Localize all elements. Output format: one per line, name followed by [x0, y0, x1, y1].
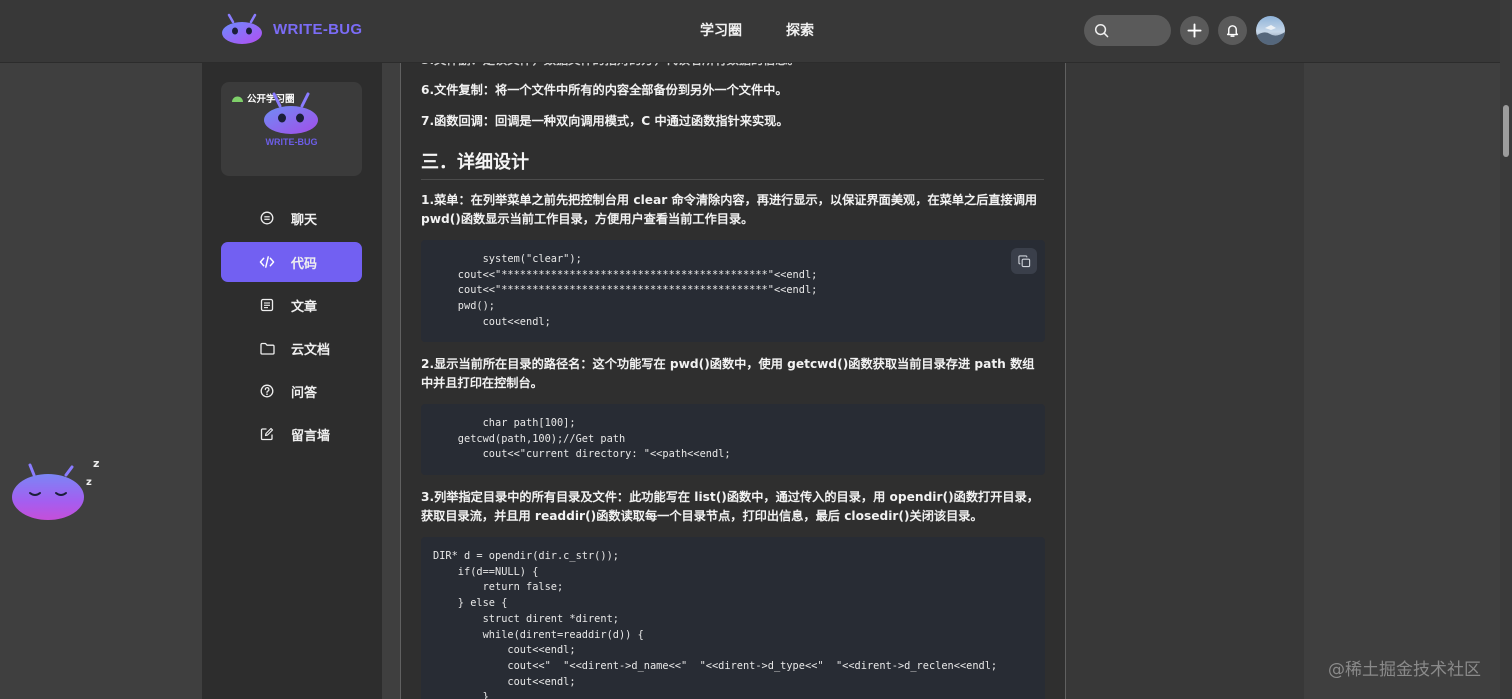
watermark: @稀土掘金技术社区 — [1328, 660, 1481, 680]
code-block[interactable]: DIR* d = opendir(dir.c_str()); if(d==NUL… — [421, 537, 1045, 699]
copy-code-button[interactable] — [1011, 248, 1037, 274]
chat-icon — [259, 210, 275, 226]
learning-circle-card[interactable]: 公开学习圈 WRITE-BUG — [221, 82, 362, 176]
sidebar-item-articles[interactable]: 文章 — [221, 285, 362, 325]
sidebar: 公开学习圈 WRITE-BUG 聊天 代码 文章 云文档 问答 留言墙 — [202, 62, 382, 699]
article-content: 5.文件删：是读文件，数据文件的指对的方，代读者所有数据的信息。 6.文件复制：… — [400, 62, 1066, 699]
paragraph-menu: 1.菜单：在列举菜单之前先把控制台用 clear 命令清除内容，再进行显示，以保… — [421, 193, 1038, 226]
paragraph-callback: 7.函数回调：回调是一种双向调用模式，C 中通过函数指针来实现。 — [421, 114, 789, 128]
robot-mascot-icon — [222, 13, 262, 44]
sidebar-item-label: 问答 — [291, 385, 318, 401]
code-block[interactable]: char path[100]; getcwd(path,100);//Get p… — [421, 404, 1045, 475]
paragraph-list: 3.列举指定目录中的所有目录及文件：此功能写在 list()函数中，通过传入的目… — [421, 490, 1039, 523]
sidebar-item-label: 云文档 — [291, 342, 331, 358]
avatar-image-icon — [1256, 25, 1285, 45]
right-sidebar — [1066, 62, 1304, 699]
brand-logo[interactable]: WRITE-BUG — [221, 13, 362, 45]
sidebar-item-label: 文章 — [291, 299, 318, 315]
code-block[interactable]: system("clear"); cout<<"****************… — [421, 240, 1045, 342]
folder-icon — [259, 340, 275, 356]
article-icon — [259, 297, 275, 313]
android-icon — [232, 96, 243, 102]
bell-icon — [1226, 25, 1239, 37]
robot-mascot-icon — [264, 92, 318, 134]
user-avatar[interactable] — [1256, 16, 1285, 45]
nav-learning-circle[interactable]: 学习圈 — [700, 20, 742, 40]
search-icon — [1094, 23, 1109, 38]
sidebar-item-chat[interactable]: 聊天 — [221, 198, 362, 238]
question-icon — [259, 383, 275, 399]
code-text: DIR* d = opendir(dir.c_str()); if(d==NUL… — [433, 550, 998, 699]
code-icon — [259, 254, 275, 270]
top-navbar: WRITE-BUG 学习圈 探索 — [0, 0, 1500, 62]
sidebar-item-message-wall[interactable]: 留言墙 — [221, 414, 362, 454]
scrollbar-thumb[interactable] — [1503, 105, 1509, 157]
svg-text:z: z — [86, 477, 92, 488]
sidebar-item-label: 留言墙 — [291, 428, 331, 444]
section-heading: 三．详细设计 — [421, 152, 529, 173]
code-text: char path[100]; getcwd(path,100);//Get p… — [457, 417, 731, 461]
brand-name: WRITE-BUG — [273, 20, 363, 38]
sidebar-item-label: 代码 — [291, 256, 318, 272]
code-text: system("clear"); cout<<"****************… — [457, 253, 818, 328]
circle-brand-name: WRITE-BUG — [265, 137, 318, 147]
copy-icon — [1017, 254, 1030, 267]
sleeping-mascot-icon[interactable]: z z — [8, 455, 108, 525]
edit-icon — [259, 426, 275, 442]
sidebar-item-cloud-docs[interactable]: 云文档 — [221, 328, 362, 368]
sidebar-item-qa[interactable]: 问答 — [221, 371, 362, 411]
add-button[interactable] — [1180, 16, 1209, 45]
notifications-button[interactable] — [1218, 16, 1247, 45]
page-scrollbar[interactable] — [1500, 0, 1512, 699]
sidebar-item-label: 聊天 — [291, 212, 318, 228]
paragraph-partial: 5.文件删：是读文件，数据文件的指对的方，代读者所有数据的信息。 — [421, 62, 1046, 70]
nav-explore[interactable]: 探索 — [786, 20, 814, 40]
plus-icon — [1187, 23, 1202, 38]
search-input[interactable] — [1084, 15, 1171, 46]
heading-divider — [421, 179, 1044, 180]
svg-text:z: z — [93, 457, 99, 470]
paragraph-file-copy: 6.文件复制：将一个文件中所有的内容全部备份到另外一个文件中。 — [421, 83, 788, 97]
sidebar-item-code[interactable]: 代码 — [221, 242, 362, 282]
paragraph-pwd: 2.显示当前所在目录的路径名：这个功能写在 pwd()函数中，使用 getcwd… — [421, 357, 1035, 390]
